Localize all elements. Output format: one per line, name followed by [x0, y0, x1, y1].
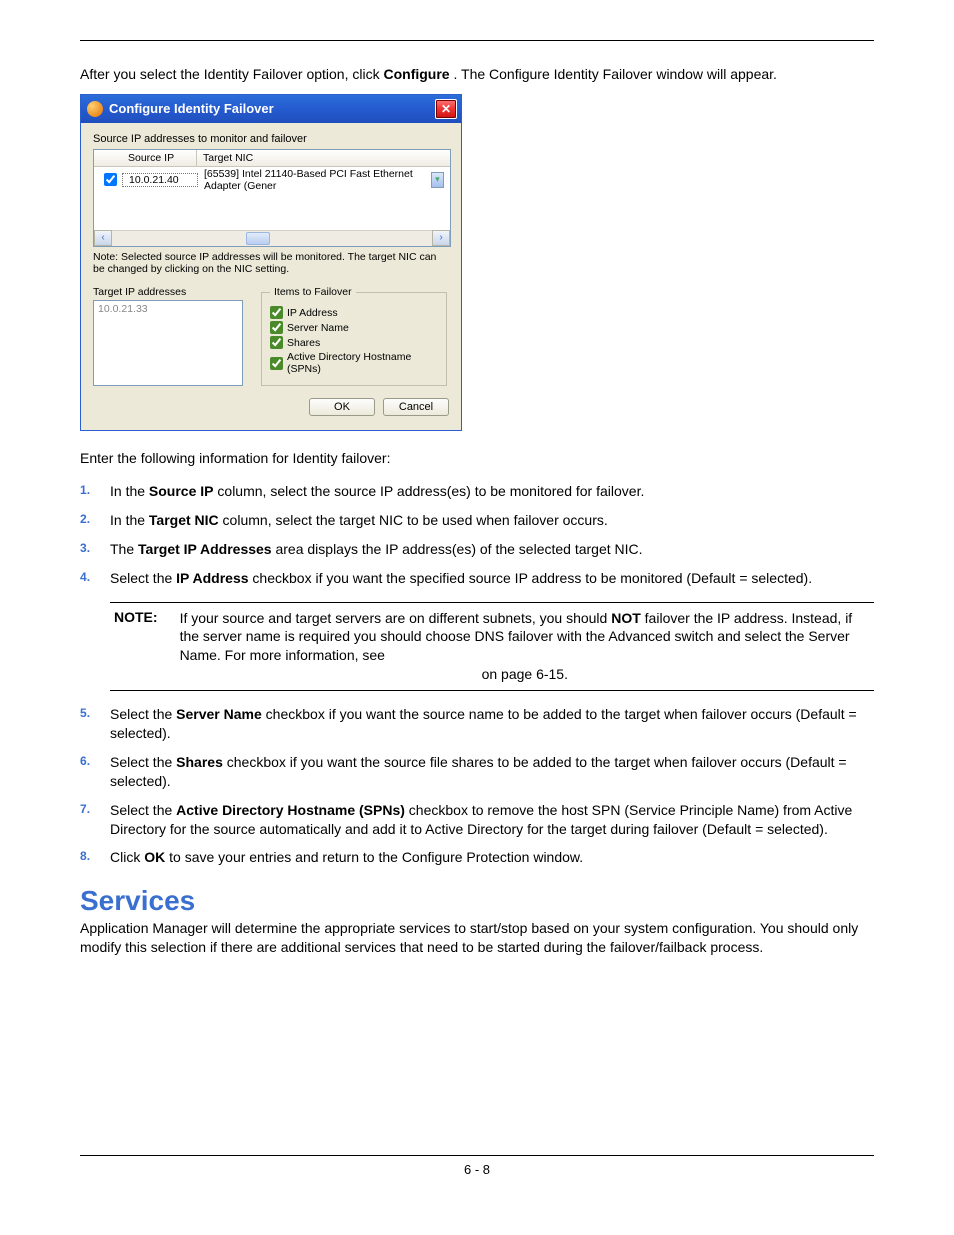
- chevron-down-icon[interactable]: ▾: [431, 172, 444, 188]
- step-5: Select the Server Name checkbox if you w…: [80, 705, 874, 743]
- intro-bold: Configure: [383, 66, 449, 82]
- target-ip-label: Target IP addresses: [93, 286, 243, 298]
- step-4: Select the IP Address checkbox if you wa…: [80, 569, 874, 588]
- step-3: The Target IP Addresses area displays th…: [80, 540, 874, 559]
- after-dialog-text: Enter the following information for Iden…: [80, 449, 874, 468]
- steps-list: In the Source IP column, select the sour…: [80, 482, 874, 588]
- scroll-left-icon[interactable]: ‹: [94, 230, 112, 246]
- note-label: NOTE:: [114, 609, 158, 685]
- items-legend: Items to Failover: [270, 286, 356, 298]
- step-6: Select the Shares checkbox if you want t…: [80, 753, 874, 791]
- dialog-title: Configure Identity Failover: [109, 101, 274, 116]
- row-checkbox[interactable]: [104, 173, 117, 186]
- horizontal-scrollbar[interactable]: ‹ ›: [94, 230, 450, 246]
- ip-address-checkbox[interactable]: [270, 306, 283, 319]
- server-name-checkbox[interactable]: [270, 321, 283, 334]
- app-icon: [87, 101, 103, 117]
- scroll-right-icon[interactable]: ›: [432, 230, 450, 246]
- target-ip-listbox[interactable]: 10.0.21.33: [93, 300, 243, 386]
- intro-paragraph: After you select the Identity Failover o…: [80, 65, 874, 84]
- step-1: In the Source IP column, select the sour…: [80, 482, 874, 501]
- scroll-track[interactable]: [112, 230, 432, 246]
- rule-bottom: [80, 1155, 874, 1156]
- grid-header: Source IP Target NIC: [94, 150, 450, 167]
- step-2: In the Target NIC column, select the tar…: [80, 511, 874, 530]
- scroll-thumb[interactable]: [246, 232, 270, 245]
- row-nic[interactable]: [65539] Intel 21140-Based PCI Fast Ether…: [204, 168, 431, 192]
- note-box: NOTE: If your source and target servers …: [110, 602, 874, 692]
- ok-button[interactable]: OK: [309, 398, 375, 416]
- step-7: Select the Active Directory Hostname (SP…: [80, 801, 874, 839]
- close-icon[interactable]: ✕: [435, 99, 457, 119]
- dialog-titlebar: Configure Identity Failover ✕: [81, 95, 461, 123]
- rule-top: [80, 40, 874, 41]
- step-8: Click OK to save your entries and return…: [80, 848, 874, 867]
- shares-label: Shares: [287, 337, 320, 349]
- source-caption: Source IP addresses to monitor and failo…: [93, 133, 449, 145]
- services-paragraph: Application Manager will determine the a…: [80, 919, 874, 957]
- row-ip[interactable]: 10.0.21.40: [122, 173, 198, 187]
- source-ip-grid[interactable]: Source IP Target NIC 10.0.21.40 [65539] …: [93, 149, 451, 247]
- configure-identity-failover-dialog: Configure Identity Failover ✕ Source IP …: [80, 94, 462, 431]
- grid-row[interactable]: 10.0.21.40 [65539] Intel 21140-Based PCI…: [94, 167, 450, 193]
- steps-list-continued: Select the Server Name checkbox if you w…: [80, 705, 874, 867]
- intro-text-after: . The Configure Identity Failover window…: [453, 66, 776, 82]
- services-heading: Services: [80, 885, 874, 917]
- target-ip-value: 10.0.21.33: [98, 303, 148, 315]
- items-to-failover-group: Items to Failover IP Address Server Name…: [261, 286, 447, 386]
- spns-label: Active Directory Hostname (SPNs): [287, 351, 438, 375]
- server-name-label: Server Name: [287, 322, 349, 334]
- intro-text-before: After you select the Identity Failover o…: [80, 66, 383, 82]
- col-target-nic: Target NIC: [197, 150, 450, 166]
- spns-checkbox[interactable]: [270, 357, 283, 370]
- shares-checkbox[interactable]: [270, 336, 283, 349]
- note-text: If your source and target servers are on…: [180, 609, 870, 685]
- ip-address-label: IP Address: [287, 307, 338, 319]
- page-number: 6 - 8: [80, 1162, 874, 1207]
- col-source-ip: Source IP: [122, 150, 197, 166]
- grid-note: Note: Selected source IP addresses will …: [93, 251, 449, 276]
- cancel-button[interactable]: Cancel: [383, 398, 449, 416]
